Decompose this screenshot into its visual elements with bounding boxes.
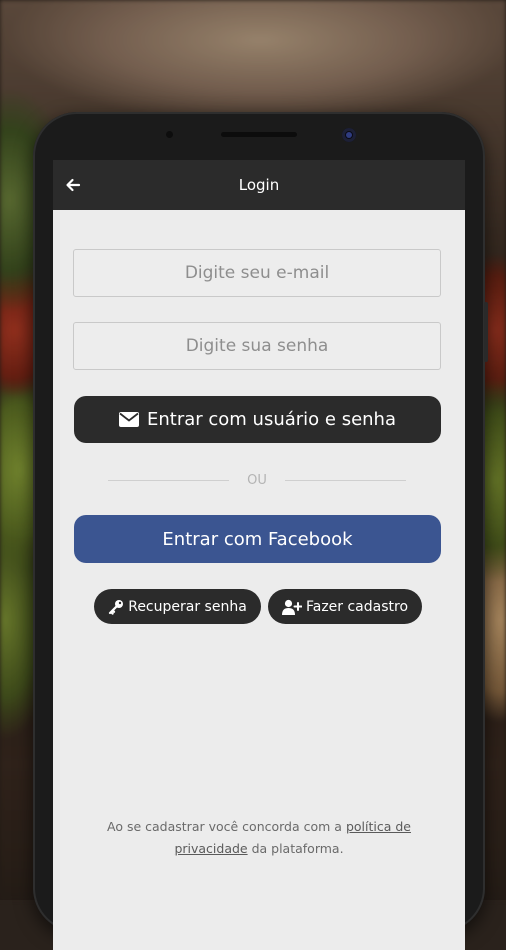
signup-button[interactable]: Fazer cadastro bbox=[268, 589, 422, 624]
email-field[interactable] bbox=[73, 249, 441, 297]
page-title: Login bbox=[238, 176, 280, 194]
front-camera bbox=[342, 128, 356, 142]
terms-suffix: da plataforma. bbox=[247, 841, 344, 856]
app-bar: Login bbox=[53, 160, 465, 210]
login-with-credentials-button[interactable]: Entrar com usuário e senha bbox=[74, 396, 441, 443]
recover-password-button[interactable]: Recuperar senha bbox=[94, 589, 261, 624]
facebook-login-button[interactable]: Entrar com Facebook bbox=[74, 515, 441, 563]
envelope-icon bbox=[118, 412, 139, 427]
side-button bbox=[484, 302, 488, 362]
recover-password-label: Recuperar senha bbox=[128, 598, 247, 615]
password-field[interactable] bbox=[73, 322, 441, 370]
user-plus-icon bbox=[281, 599, 302, 615]
facebook-button-label: Entrar com Facebook bbox=[162, 528, 353, 550]
divider-line-right bbox=[284, 479, 406, 481]
terms-notice: Ao se cadastrar você concorda com a polí… bbox=[83, 816, 435, 860]
key-icon bbox=[109, 599, 124, 615]
divider-label: OU bbox=[247, 472, 267, 488]
or-divider: OU bbox=[108, 472, 406, 488]
signup-label: Fazer cadastro bbox=[305, 598, 409, 615]
login-button-label: Entrar com usuário e senha bbox=[146, 409, 396, 430]
proximity-sensor bbox=[166, 131, 173, 138]
divider-line-left bbox=[108, 479, 230, 481]
phone-frame: Login Entrar com usuário e senha OU Entr… bbox=[33, 112, 488, 950]
terms-prefix: Ao se cadastrar você concorda com a bbox=[107, 819, 346, 834]
earpiece-speaker bbox=[221, 132, 297, 137]
app-screen: Login Entrar com usuário e senha OU Entr… bbox=[53, 160, 465, 950]
